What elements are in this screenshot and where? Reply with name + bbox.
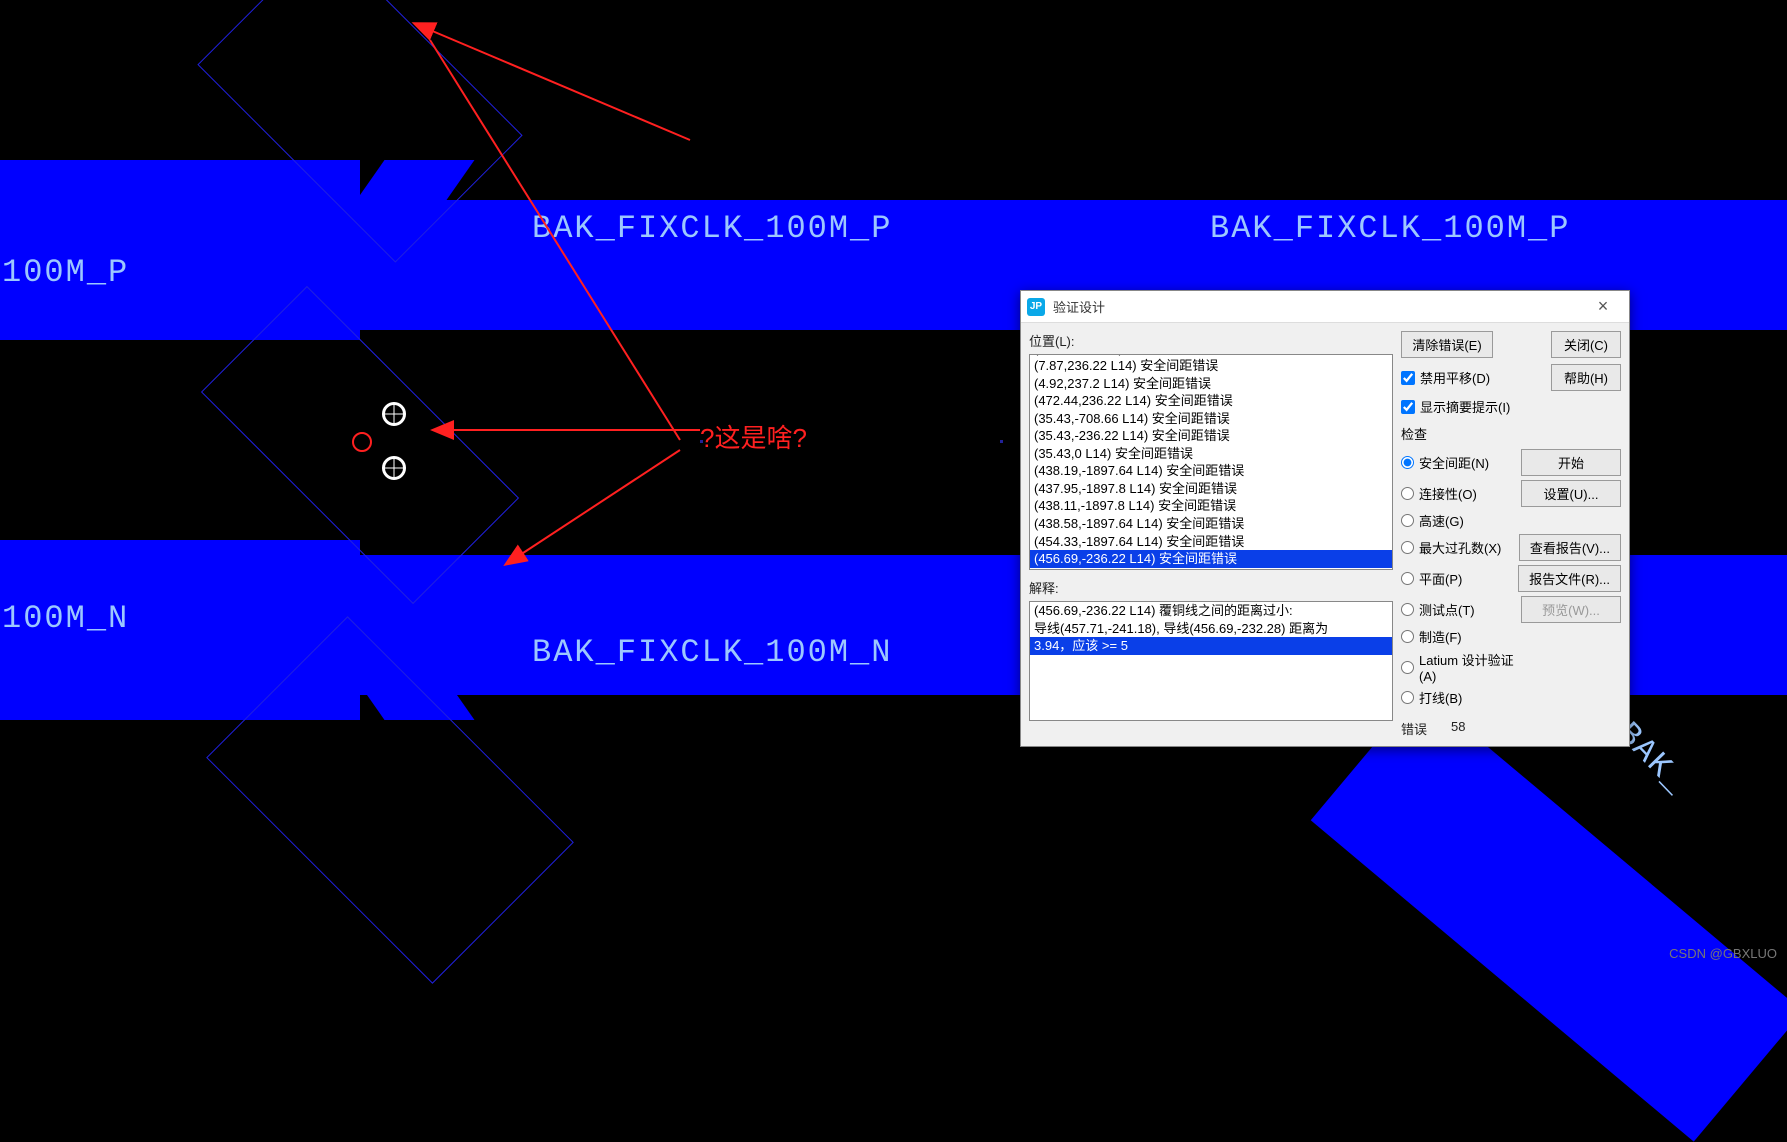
error-list-item[interactable]: (35.43,-236.22 L14) 安全间距错误 xyxy=(1030,427,1392,445)
errors-footer-count: 58 xyxy=(1451,719,1465,738)
annotation-text: ?这是啥? xyxy=(700,418,807,455)
explain-line: 导线(457.71,-241.18), 导线(456.69,-232.28) 距… xyxy=(1030,620,1392,638)
app-icon: JP xyxy=(1027,298,1045,316)
verify-design-dialog: JP 验证设计 × 位置(L): (-2.95,245.08 L14) 安全间距… xyxy=(1020,290,1630,747)
show-summary-checkbox[interactable]: 显示摘要提示(I) xyxy=(1401,397,1621,416)
error-listbox[interactable]: (-2.95,245.08 L14) 安全间距错误(-4,246.13 L14)… xyxy=(1029,354,1393,570)
error-list-item[interactable]: (438.11,-1897.8 L14) 安全间距错误 xyxy=(1030,497,1392,515)
help-button[interactable]: 帮助(H) xyxy=(1551,364,1621,391)
explain-line: 3.94，应该 >= 5 xyxy=(1030,637,1392,655)
radio-plane[interactable]: 平面(P) xyxy=(1401,569,1512,588)
explain-label: 解释: xyxy=(1029,578,1393,597)
error-list-item[interactable]: (472.44,236.22 L14) 安全间距错误 xyxy=(1030,392,1392,410)
error-list-item[interactable]: (437.95,-1897.8 L14) 安全间距错误 xyxy=(1030,480,1392,498)
checkbox-icon[interactable] xyxy=(1401,371,1415,385)
via-icon xyxy=(382,402,406,426)
net-label: 100M_N xyxy=(2,600,129,637)
error-list-item[interactable]: (35.43,0 L14) 安全间距错误 xyxy=(1030,445,1392,463)
report-file-button[interactable]: 报告文件(R)... xyxy=(1518,565,1621,592)
radio-connectivity[interactable]: 连接性(O) xyxy=(1401,484,1515,503)
radio-highspeed[interactable]: 高速(G) xyxy=(1401,511,1515,530)
explain-line: (456.69,-236.22 L14) 覆铜线之间的距离过小: xyxy=(1030,602,1392,620)
net-label: 100M_P xyxy=(2,254,129,291)
clear-errors-button[interactable]: 清除错误(E) xyxy=(1401,331,1493,358)
error-list-item[interactable]: (4.92,237.2 L14) 安全间距错误 xyxy=(1030,375,1392,393)
trace xyxy=(1311,690,1787,1142)
dialog-titlebar[interactable]: JP 验证设计 × xyxy=(1021,291,1629,323)
errors-footer-label: 错误 xyxy=(1401,719,1427,738)
close-button[interactable]: 关闭(C) xyxy=(1551,331,1621,358)
radio-testpoint[interactable]: 测试点(T) xyxy=(1401,600,1515,619)
close-icon[interactable]: × xyxy=(1583,296,1623,317)
radio-fabrication[interactable]: 制造(F) xyxy=(1401,627,1515,646)
error-list-item[interactable]: (454.33,-1897.64 L14) 安全间距错误 xyxy=(1030,533,1392,551)
checkbox-icon[interactable] xyxy=(1401,400,1415,414)
via-icon xyxy=(382,456,406,480)
radio-max-via[interactable]: 最大过孔数(X) xyxy=(1401,538,1513,557)
start-button[interactable]: 开始 xyxy=(1521,449,1621,476)
disable-pan-checkbox[interactable]: 禁用平移(D) xyxy=(1401,368,1490,387)
check-group-label: 检查 xyxy=(1401,424,1621,443)
selected-via-icon xyxy=(352,432,372,452)
net-label: BAK_FIXCLK_100M_N xyxy=(532,634,892,671)
error-list-item[interactable]: (7.87,236.22 L14) 安全间距错误 xyxy=(1030,357,1392,375)
error-list-item[interactable]: (35.43,-708.66 L14) 安全间距错误 xyxy=(1030,410,1392,428)
view-report-button[interactable]: 查看报告(V)... xyxy=(1519,534,1621,561)
radio-latium[interactable]: Latium 设计验证(A) xyxy=(1401,650,1515,684)
preview-button[interactable]: 预览(W)... xyxy=(1521,596,1621,623)
net-label: BAK_FIXCLK_100M_P xyxy=(532,210,892,247)
error-list-item[interactable]: (456.69,-236.22 L14) 安全间距错误 xyxy=(1030,550,1392,568)
setup-button[interactable]: 设置(U)... xyxy=(1521,480,1621,507)
radio-wire[interactable]: 打线(B) xyxy=(1401,688,1515,707)
watermark: CSDN @GBXLUO xyxy=(1669,946,1777,961)
error-list-item[interactable]: (438.19,-1897.64 L14) 安全间距错误 xyxy=(1030,462,1392,480)
net-label: BAK_FIXCLK_100M_P xyxy=(1210,210,1570,247)
position-label: 位置(L): xyxy=(1029,331,1393,350)
error-list-item[interactable]: (438.58,-1897.64 L14) 安全间距错误 xyxy=(1030,515,1392,533)
radio-clearance[interactable]: 安全间距(N) xyxy=(1401,453,1515,472)
explanation-listbox[interactable]: (456.69,-236.22 L14) 覆铜线之间的距离过小:导线(457.7… xyxy=(1029,601,1393,721)
dialog-title: 验证设计 xyxy=(1053,297,1583,316)
